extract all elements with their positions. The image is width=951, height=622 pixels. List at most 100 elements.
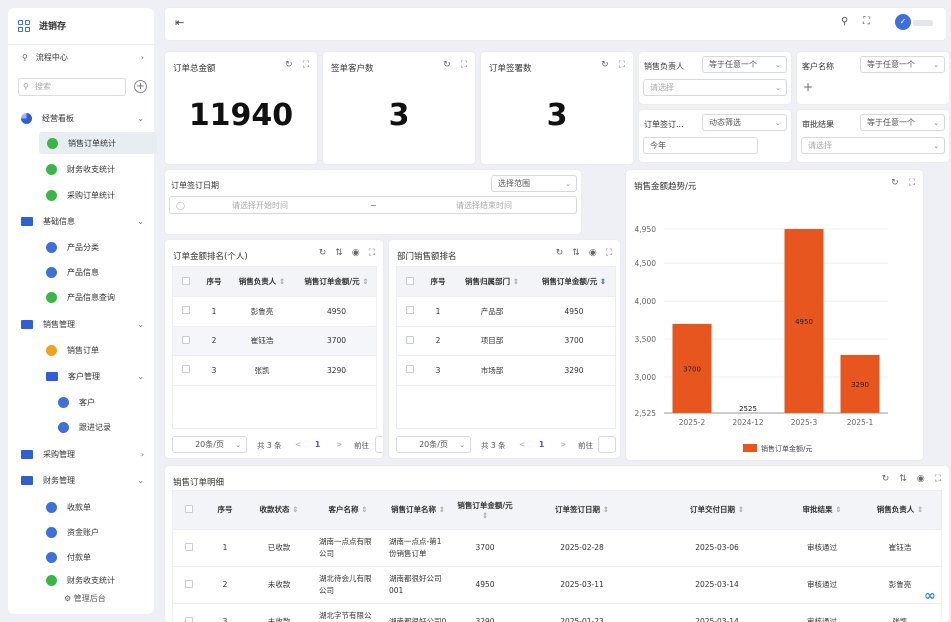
sidebar-item-sales-order[interactable]: 销售订单 xyxy=(38,339,154,361)
goto-page-input[interactable] xyxy=(598,436,616,453)
add-icon[interactable]: + xyxy=(134,80,147,93)
table-row[interactable]: 2 崔钰浩 3700 xyxy=(173,326,376,356)
table-row[interactable]: 2 未收款 湖北待会儿有限公司 湖南都很好公司001 4950 2025-03-11 202… xyxy=(173,566,941,604)
next-page-button[interactable]: > xyxy=(560,440,566,449)
table-row[interactable]: 3 张凯 3290 xyxy=(173,355,376,386)
admin-link[interactable]: ⚙ 管理后台 xyxy=(60,591,110,606)
sidebar-item-finance-stats-2[interactable]: 财务收支统计 xyxy=(38,571,154,589)
select-all-checkbox[interactable] xyxy=(406,276,414,285)
sidebar-item-payment[interactable]: 付款单 xyxy=(38,546,154,568)
filter-value-input[interactable]: 今年 xyxy=(643,137,758,154)
sidebar-item-product-category[interactable]: 产品分类 xyxy=(38,236,154,258)
eye-icon[interactable]: ◉ xyxy=(589,248,597,258)
page-size-select[interactable]: 20条/页 ⌄ xyxy=(172,436,247,453)
date-mode-select[interactable]: 选择范围 ⌄ xyxy=(491,175,577,192)
row-checkbox[interactable] xyxy=(185,542,193,551)
current-page[interactable]: 1 xyxy=(315,440,320,449)
sidebar-item-sales-stats[interactable]: 销售订单统计 xyxy=(39,132,157,154)
sidebar-item-product-query[interactable]: 产品信息查询 xyxy=(38,286,154,308)
sidebar-item-finance-stats[interactable]: 财务收支统计 xyxy=(38,158,154,180)
nav-group-dashboard[interactable]: 经营看板 ⌄ xyxy=(8,107,154,129)
refresh-icon[interactable]: ↻ xyxy=(443,60,451,70)
column-header[interactable]: 订单签订日期 ⇕ xyxy=(517,491,647,530)
column-header[interactable]: 客户名称 ⇕ xyxy=(313,491,383,530)
process-center[interactable]: ⚲ 流程中心 › xyxy=(8,46,154,68)
column-header[interactable]: 审批结果 ⇕ xyxy=(787,491,857,530)
fullscreen-icon[interactable]: ⛶ xyxy=(863,16,870,27)
filter-value-select[interactable]: 请选择 ⌄ xyxy=(801,137,945,154)
filter-value-select[interactable]: 请选择 ⌄ xyxy=(643,79,787,96)
fullscreen-icon[interactable]: ⛶ xyxy=(619,60,625,70)
goto-page-input[interactable] xyxy=(375,436,383,453)
sidebar-search-input[interactable]: ⚲ 搜索 xyxy=(18,78,126,96)
refresh-icon[interactable]: ↻ xyxy=(556,248,564,258)
collapse-menu-icon[interactable]: ⇤ xyxy=(175,16,184,29)
avatar[interactable]: ✓ xyxy=(895,14,911,30)
table-row[interactable]: 1 彭鲁亮 4950 xyxy=(173,296,376,327)
sidebar-item-customer-mgmt[interactable]: 客户管理 ⌄ xyxy=(38,365,154,387)
column-header-amount[interactable]: 销售订单金额/元 ⇕ xyxy=(295,267,376,297)
row-checkbox[interactable] xyxy=(185,579,193,588)
eye-icon[interactable]: ◉ xyxy=(917,474,925,484)
column-header[interactable]: 收款状态 ⇕ xyxy=(245,491,313,530)
filter-op-select[interactable]: 等于任意一个 ⌄ xyxy=(702,56,787,73)
add-condition-button[interactable]: + xyxy=(803,80,813,94)
column-header-owner[interactable]: 销售负责人 ⇕ xyxy=(229,267,295,297)
table-row[interactable]: 1 产品部 4950 xyxy=(397,296,615,327)
filter-op-select[interactable]: 等于任意一个 ⌄ xyxy=(860,114,945,131)
sidebar-item-receipt[interactable]: 收款单 xyxy=(38,496,154,518)
row-checkbox[interactable] xyxy=(406,335,414,344)
row-checkbox[interactable] xyxy=(182,335,190,344)
fullscreen-icon[interactable]: ⛶ xyxy=(369,248,375,258)
column-header-amount[interactable]: 销售订单金额/元 ⇕ xyxy=(531,267,615,297)
refresh-icon[interactable]: ↻ xyxy=(319,248,327,258)
filter-op-select[interactable]: 等于任意一个 ⌄ xyxy=(860,56,945,73)
sidebar-item-follow-up[interactable]: 跟进记录 xyxy=(50,416,154,438)
row-checkbox[interactable] xyxy=(185,616,193,622)
date-range-input[interactable]: ◯ 请选择开始时间 ~ 请选择结束时间 xyxy=(169,196,577,214)
next-page-button[interactable]: > xyxy=(336,440,342,449)
sidebar-item-purchase-stats[interactable]: 采购订单统计 xyxy=(38,184,154,206)
column-header[interactable]: 订单交付日期 ⇕ xyxy=(647,491,787,530)
column-header[interactable]: 销售订单名称 ⇕ xyxy=(383,491,453,530)
prev-page-button[interactable]: < xyxy=(295,440,301,449)
refresh-icon[interactable]: ↻ xyxy=(285,60,293,70)
row-checkbox[interactable] xyxy=(406,306,414,315)
table-row[interactable]: 2 项目部 3700 xyxy=(397,326,615,356)
row-checkbox[interactable] xyxy=(406,365,414,374)
row-checkbox[interactable] xyxy=(182,306,190,315)
refresh-icon[interactable]: ↻ xyxy=(882,474,890,484)
prev-page-button[interactable]: < xyxy=(519,440,525,449)
sort-icon[interactable]: ⇅ xyxy=(335,248,343,258)
pin-icon[interactable]: ⚲ xyxy=(841,16,848,27)
fullscreen-icon[interactable]: ⛶ xyxy=(303,60,309,70)
nav-group-sales[interactable]: 销售管理 ⌄ xyxy=(8,313,154,335)
refresh-icon[interactable]: ↻ xyxy=(601,60,609,70)
filter-op-select[interactable]: 动态筛选 ⌄ xyxy=(702,114,787,131)
current-page[interactable]: 1 xyxy=(539,440,544,449)
table-row[interactable]: 3 市场部 3290 xyxy=(397,355,615,386)
column-header[interactable]: 销售负责人 ⇕ xyxy=(857,491,941,530)
page-size-select[interactable]: 20条/页 ⌄ xyxy=(396,436,471,453)
sort-icon[interactable]: ⇅ xyxy=(572,248,580,258)
table-row[interactable]: 1 已收款 湖南一点点有限公司 湖南一点点-第1份销售订单 3700 2025-02-28… xyxy=(173,529,941,567)
fullscreen-icon[interactable]: ⛶ xyxy=(606,248,612,258)
nav-group-basic-info[interactable]: 基础信息 ⌄ xyxy=(8,210,154,232)
row-checkbox[interactable] xyxy=(182,365,190,374)
column-header[interactable]: 销售订单金额/元 ⇕ xyxy=(453,491,517,530)
chat-helper-icon[interactable]: ∞ xyxy=(924,588,944,604)
sidebar-item-customer[interactable]: 客户 xyxy=(50,391,154,413)
nav-group-finance[interactable]: 财务管理 ⌄ xyxy=(8,469,154,491)
sidebar-item-fund-account[interactable]: 资金账户 xyxy=(38,521,154,543)
table-row[interactable]: 3未收款湖北字节有限公司湖南都很好公司032902025-01-232025-0… xyxy=(173,603,941,622)
sort-icon[interactable]: ⇅ xyxy=(899,474,907,484)
sidebar-item-product-info[interactable]: 产品信息 xyxy=(38,261,154,283)
apps-grid-icon[interactable] xyxy=(18,19,30,32)
select-all-checkbox[interactable] xyxy=(182,276,190,285)
eye-icon[interactable]: ◉ xyxy=(352,248,360,258)
column-header-dept[interactable]: 销售归属部门 ⇕ xyxy=(453,267,531,297)
nav-group-purchase[interactable]: 采购管理 › xyxy=(8,443,154,465)
fullscreen-icon[interactable]: ⛶ xyxy=(935,474,941,484)
fullscreen-icon[interactable]: ⛶ xyxy=(461,60,467,70)
select-all-checkbox[interactable] xyxy=(185,504,193,513)
